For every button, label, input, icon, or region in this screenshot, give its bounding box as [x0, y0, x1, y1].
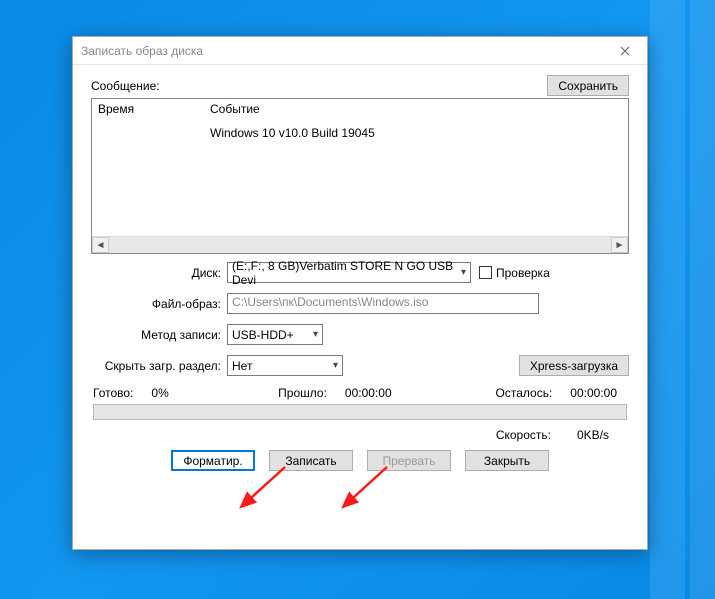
hide-boot-label: Скрыть загр. раздел: — [91, 359, 227, 373]
done-label: Готово: — [93, 386, 133, 400]
format-button[interactable]: Форматир. — [171, 450, 255, 471]
message-label: Сообщение: — [91, 79, 160, 93]
elapsed-label: Прошло: — [278, 386, 327, 400]
save-log-button[interactable]: Сохранить — [547, 75, 629, 96]
close-icon[interactable] — [609, 39, 641, 63]
write-button[interactable]: Записать — [269, 450, 353, 471]
desktop-stripe — [690, 0, 715, 599]
image-file-label: Файл-образ: — [91, 297, 227, 311]
log-col-time: Время — [98, 102, 210, 116]
log-horizontal-scrollbar[interactable]: ◄ ► — [92, 236, 628, 253]
xpress-boot-button[interactable]: Xpress-загрузка — [519, 355, 629, 376]
disk-label: Диск: — [91, 266, 227, 280]
burn-image-dialog: Записать образ диска Сообщение: Сохранит… — [72, 36, 648, 550]
dialog-content: Сообщение: Сохранить Время Событие Windo… — [73, 65, 647, 485]
progress-bar — [93, 404, 627, 420]
speed-label: Скорость: — [496, 428, 551, 442]
write-method-select[interactable]: USB-HDD+ ▾ — [227, 324, 323, 345]
checkbox-box-icon — [479, 266, 492, 279]
desktop-stripe — [650, 0, 685, 599]
chevron-down-icon: ▾ — [333, 360, 338, 371]
write-method-label: Метод записи: — [91, 328, 227, 342]
verify-checkbox-label: Проверка — [496, 266, 550, 280]
log-cell-time — [98, 126, 210, 236]
chevron-down-icon: ▾ — [313, 329, 318, 340]
window-title: Записать образ диска — [81, 44, 609, 58]
write-method-value: USB-HDD+ — [232, 328, 294, 342]
close-button[interactable]: Закрыть — [465, 450, 549, 471]
image-file-field[interactable]: C:\Users\пк\Documents\Windows.iso — [227, 293, 539, 314]
hide-boot-value: Нет — [232, 359, 252, 373]
disk-select-value: (E:,F:, 8 GB)Verbatim STORE N GO USB Dev… — [232, 259, 455, 287]
done-value: 0% — [151, 386, 168, 400]
abort-button: Прервать — [367, 450, 451, 471]
scroll-left-icon[interactable]: ◄ — [92, 237, 109, 253]
hide-boot-select[interactable]: Нет ▾ — [227, 355, 343, 376]
titlebar: Записать образ диска — [73, 37, 647, 65]
disk-select[interactable]: (E:,F:, 8 GB)Verbatim STORE N GO USB Dev… — [227, 262, 471, 283]
log-col-event: Событие — [210, 102, 260, 116]
log-cell-event: Windows 10 v10.0 Build 19045 — [210, 126, 375, 236]
scroll-right-icon[interactable]: ► — [611, 237, 628, 253]
image-file-value: C:\Users\пк\Documents\Windows.iso — [232, 295, 428, 309]
elapsed-value: 00:00:00 — [345, 386, 392, 400]
remaining-value: 00:00:00 — [570, 386, 617, 400]
chevron-down-icon: ▾ — [461, 267, 466, 278]
speed-value: 0KB/s — [577, 428, 609, 442]
remaining-label: Осталось: — [496, 386, 553, 400]
scroll-track[interactable] — [109, 237, 611, 253]
log-listview[interactable]: Время Событие Windows 10 v10.0 Build 190… — [91, 98, 629, 254]
verify-checkbox[interactable]: Проверка — [479, 266, 615, 280]
